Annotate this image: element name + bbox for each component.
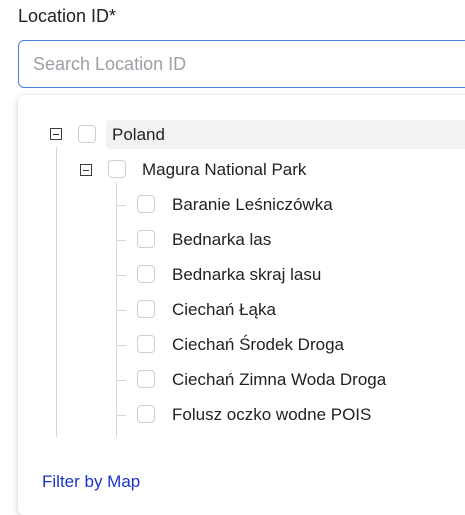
collapse-magura-icon[interactable]	[80, 164, 92, 176]
checkbox-poland[interactable]	[78, 125, 96, 143]
tree-node-label[interactable]: Baranie Leśniczówka	[172, 194, 333, 216]
checkbox-ciechan-laka[interactable]	[137, 300, 155, 318]
tree-node-label[interactable]: Ciechań Łąka	[172, 299, 276, 321]
tree-branch-line	[116, 345, 126, 346]
tree-branch-line	[116, 380, 126, 381]
location-id-search-input[interactable]	[18, 40, 465, 88]
tree-node-label[interactable]: Ciechań Środek Droga	[172, 334, 344, 356]
checkbox-baranie-lesniczowka[interactable]	[137, 195, 155, 213]
checkbox-bednarka-skraj-lasu[interactable]	[137, 265, 155, 283]
checkbox-folusz-oczko-wodne-pois[interactable]	[137, 405, 155, 423]
checkbox-bednarka-las[interactable]	[137, 230, 155, 248]
tree-branch-line	[116, 415, 126, 416]
tree-branch-line	[116, 275, 126, 276]
tree-branch-line	[116, 310, 126, 311]
tree-node-magura-label[interactable]: Magura National Park	[142, 159, 306, 181]
location-id-label: Location ID*	[18, 6, 117, 26]
tree-node-poland-label[interactable]: Poland	[112, 124, 165, 146]
tree-node-label[interactable]: Folusz oczko wodne POIS	[172, 404, 371, 426]
collapse-poland-icon[interactable]	[50, 128, 62, 140]
filter-by-map-link[interactable]: Filter by Map	[42, 472, 140, 492]
tree-branch-line	[116, 240, 126, 241]
checkbox-ciechan-zimna-woda-droga[interactable]	[137, 370, 155, 388]
tree-node-label[interactable]: Bednarka las	[172, 229, 271, 251]
tree-node-label[interactable]: Ciechań Zimna Woda Droga	[172, 369, 386, 391]
checkbox-magura-national-park[interactable]	[108, 160, 126, 178]
tree-branch-line	[116, 205, 126, 206]
checkbox-ciechan-srodek-droga[interactable]	[137, 335, 155, 353]
tree-node-label[interactable]: Bednarka skraj lasu	[172, 264, 321, 286]
tree-guide-line-root	[56, 147, 57, 437]
